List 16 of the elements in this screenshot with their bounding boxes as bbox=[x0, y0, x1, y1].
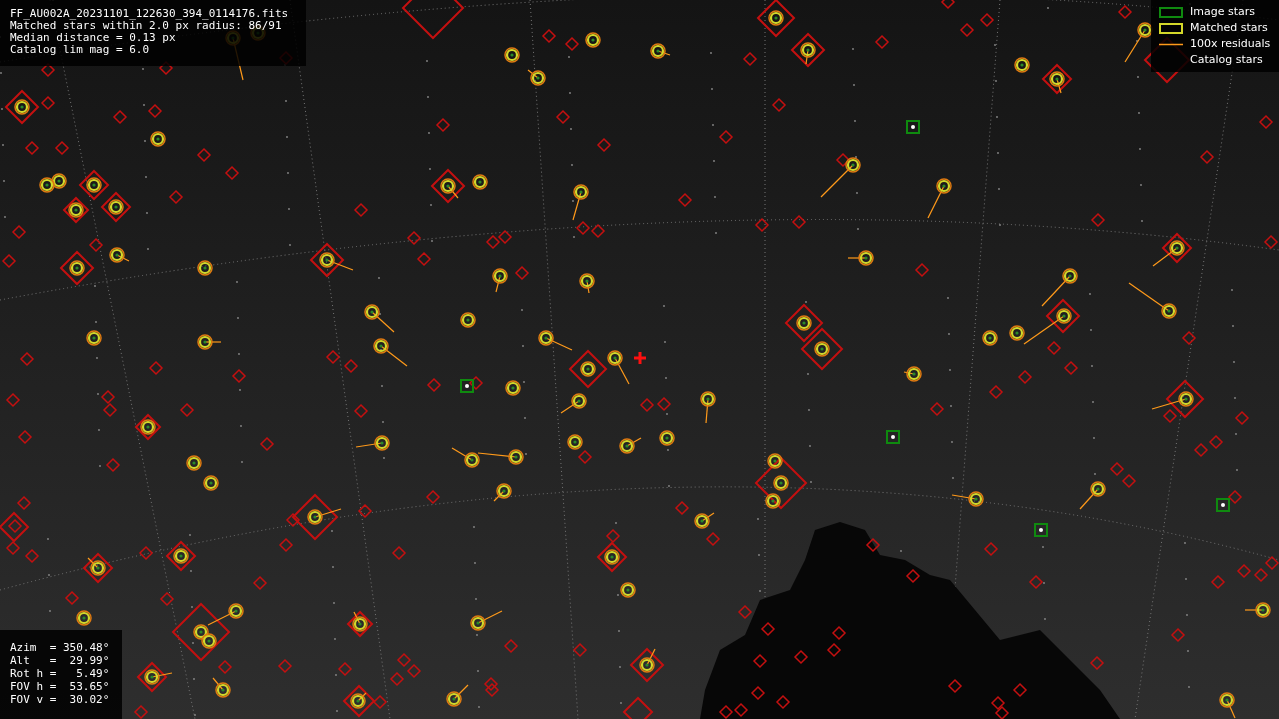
legend-label: Image stars bbox=[1190, 4, 1255, 21]
info-text: Matched stars within 2.0 px radius: 86/91 bbox=[10, 20, 282, 32]
info-text: FF_AU002A_20231101_122630_394_0114176.fits bbox=[10, 8, 290, 20]
info-text: Alt = 29.99° bbox=[10, 654, 111, 667]
legend-label: 100x residuals bbox=[1190, 36, 1271, 53]
legend-label: Catalog stars bbox=[1190, 52, 1263, 69]
residual-line-icon bbox=[1159, 43, 1183, 46]
info-text: Catalog lim mag = 6.0 bbox=[10, 44, 151, 56]
info-text: Rot h = 5.49° bbox=[10, 667, 111, 680]
info-text: FOV v = 30.02° bbox=[10, 693, 111, 706]
image-star-swatch-icon bbox=[1159, 7, 1183, 18]
info-text: Azim = 350.48° bbox=[10, 641, 111, 654]
legend-label: Matched stars bbox=[1190, 20, 1268, 37]
matched-star-swatch-icon bbox=[1159, 23, 1183, 34]
info-text: Median distance = 0.13 px bbox=[10, 32, 177, 44]
info-text: FOV h = 53.65° bbox=[10, 680, 111, 693]
